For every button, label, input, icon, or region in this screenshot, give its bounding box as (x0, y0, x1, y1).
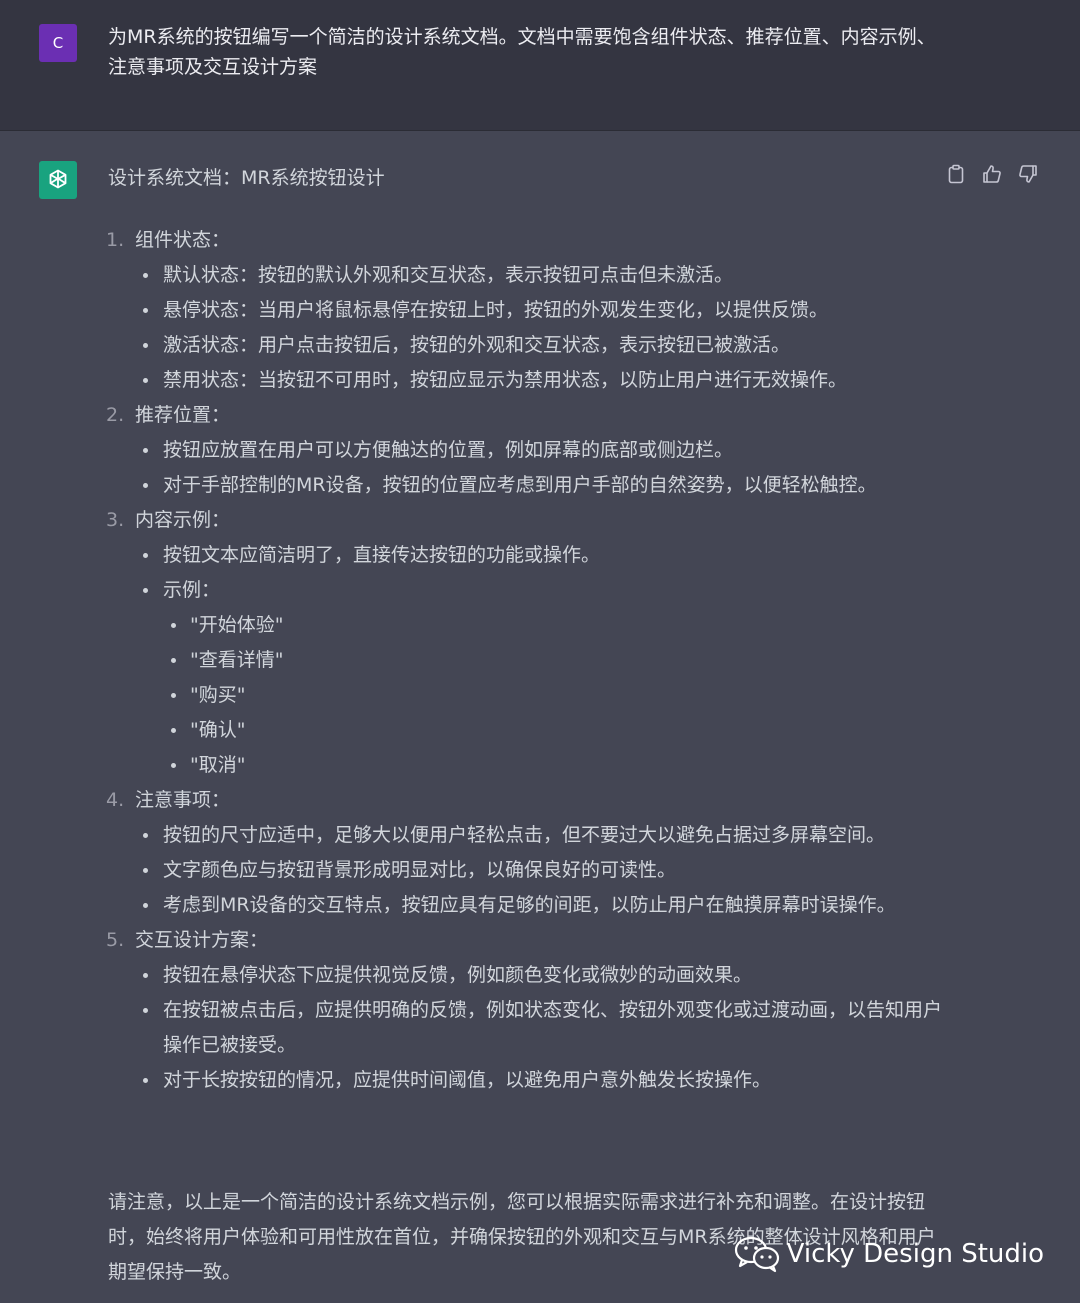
clipboard-icon (948, 164, 964, 184)
list-item: 悬停状态：当用户将鼠标悬停在按钮上时，按钮的外观发生变化，以提供反馈。 (108, 293, 948, 328)
list-item: 对于长按按钮的情况，应提供时间阈值，以避免用户意外触发长按操作。 (108, 1063, 948, 1098)
section-title: 内容示例： (135, 509, 231, 531)
section-number: 3. (106, 509, 125, 531)
list-item: 默认状态：按钮的默认外观和交互状态，表示按钮可点击但未激活。 (108, 258, 948, 293)
example-item: "查看详情" (163, 643, 948, 678)
bullet-list: 默认状态：按钮的默认外观和交互状态，表示按钮可点击但未激活。 悬停状态：当用户将… (108, 258, 948, 398)
thumbs-down-icon (1019, 165, 1037, 183)
list-item: 按钮文本应简洁明了，直接传达按钮的功能或操作。 (108, 538, 948, 573)
assistant-avatar (39, 161, 77, 199)
openai-logo-icon (49, 169, 67, 189)
section-list: 1. 组件状态： 默认状态：按钮的默认外观和交互状态，表示按钮可点击但未激活。 … (106, 223, 948, 1098)
watermark: Vicky Design Studio (733, 1235, 1044, 1273)
list-item: 按钮应放置在用户可以方便触达的位置，例如屏幕的底部或侧边栏。 (108, 433, 948, 468)
example-item: "购买" (163, 678, 948, 713)
section-number: 4. (106, 789, 125, 811)
section-notes: 4. 注意事项： 按钮的尺寸应适中，足够大以便用户轻松点击，但不要过大以避免占据… (106, 783, 948, 923)
section-title: 组件状态： (135, 229, 231, 251)
bullet-list: 按钮在悬停状态下应提供视觉反馈，例如颜色变化或微妙的动画效果。 在按钮被点击后，… (108, 958, 948, 1098)
section-interaction-design: 5. 交互设计方案： 按钮在悬停状态下应提供视觉反馈，例如颜色变化或微妙的动画效… (106, 923, 948, 1098)
user-message-text: 为MR系统的按钮编写一个简洁的设计系统文档。文档中需要饱含组件状态、推荐位置、内… (108, 26, 936, 78)
list-item: 考虑到MR设备的交互特点，按钮应具有足够的间距，以防止用户在触摸屏幕时误操作。 (108, 888, 948, 923)
answer-title: 设计系统文档：MR系统按钮设计 (108, 167, 385, 189)
assistant-answer: 设计系统文档：MR系统按钮设计 1. 组件状态： 默认状态：按钮的默认外观和交互… (106, 163, 948, 1283)
list-item: 激活状态：用户点击按钮后，按钮的外观和交互状态，表示按钮已被激活。 (108, 328, 948, 363)
section-heading: 2. 推荐位置： (106, 398, 948, 433)
bullet-list: 按钮应放置在用户可以方便触达的位置，例如屏幕的底部或侧边栏。 对于手部控制的MR… (108, 433, 948, 503)
list-item-label: 示例： (163, 579, 221, 601)
section-content-examples: 3. 内容示例： 按钮文本应简洁明了，直接传达按钮的功能或操作。 示例： "开始… (106, 503, 948, 783)
bullet-list: 按钮的尺寸应适中，足够大以便用户轻松点击，但不要过大以避免占据过多屏幕空间。 文… (108, 818, 948, 923)
message-actions (946, 163, 1038, 185)
section-recommended-position: 2. 推荐位置： 按钮应放置在用户可以方便触达的位置，例如屏幕的底部或侧边栏。 … (106, 398, 948, 503)
thumbs-down-button[interactable] (1018, 163, 1038, 185)
section-title: 注意事项： (135, 789, 231, 811)
example-item: "取消" (163, 748, 948, 783)
section-title: 交互设计方案： (135, 929, 269, 951)
example-item: "确认" (163, 713, 948, 748)
watermark-text: Vicky Design Studio (786, 1239, 1044, 1269)
list-item: 在按钮被点击后，应提供明确的反馈，例如状态变化、按钮外观变化或过渡动画，以告知用… (108, 993, 948, 1063)
user-message-block: C 为MR系统的按钮编写一个简洁的设计系统文档。文档中需要饱含组件状态、推荐位置… (0, 0, 1080, 131)
user-avatar: C (39, 24, 77, 62)
section-heading: 4. 注意事项： (106, 783, 948, 818)
section-number: 5. (106, 929, 125, 951)
example-item: "开始体验" (163, 608, 948, 643)
section-component-states: 1. 组件状态： 默认状态：按钮的默认外观和交互状态，表示按钮可点击但未激活。 … (106, 223, 948, 398)
thumbs-up-button[interactable] (982, 163, 1002, 185)
list-item-examples: 示例： "开始体验" "查看详情" "购买" "确认" "取消" (108, 573, 948, 783)
section-heading: 1. 组件状态： (106, 223, 948, 258)
section-number: 2. (106, 404, 125, 426)
example-list: "开始体验" "查看详情" "购买" "确认" "取消" (163, 608, 948, 783)
section-heading: 5. 交互设计方案： (106, 923, 948, 958)
list-item: 禁用状态：当按钮不可用时，按钮应显示为禁用状态，以防止用户进行无效操作。 (108, 363, 948, 398)
section-heading: 3. 内容示例： (106, 503, 948, 538)
section-number: 1. (106, 229, 125, 251)
assistant-message-block: 设计系统文档：MR系统按钮设计 1. 组件状态： 默认状态：按钮的默认外观和交互… (0, 131, 1080, 1303)
list-item: 按钮的尺寸应适中，足够大以便用户轻松点击，但不要过大以避免占据过多屏幕空间。 (108, 818, 948, 853)
list-item: 对于手部控制的MR设备，按钮的位置应考虑到用户手部的自然姿势，以便轻松触控。 (108, 468, 948, 503)
thumbs-up-icon (983, 165, 1001, 183)
section-title: 推荐位置： (135, 404, 231, 426)
bullet-list: 按钮文本应简洁明了，直接传达按钮的功能或操作。 示例： "开始体验" "查看详情… (108, 538, 948, 783)
copy-button[interactable] (946, 163, 966, 185)
list-item: 按钮在悬停状态下应提供视觉反馈，例如颜色变化或微妙的动画效果。 (108, 958, 948, 993)
list-item: 文字颜色应与按钮背景形成明显对比，以确保良好的可读性。 (108, 853, 948, 888)
wechat-icon (734, 1236, 779, 1273)
